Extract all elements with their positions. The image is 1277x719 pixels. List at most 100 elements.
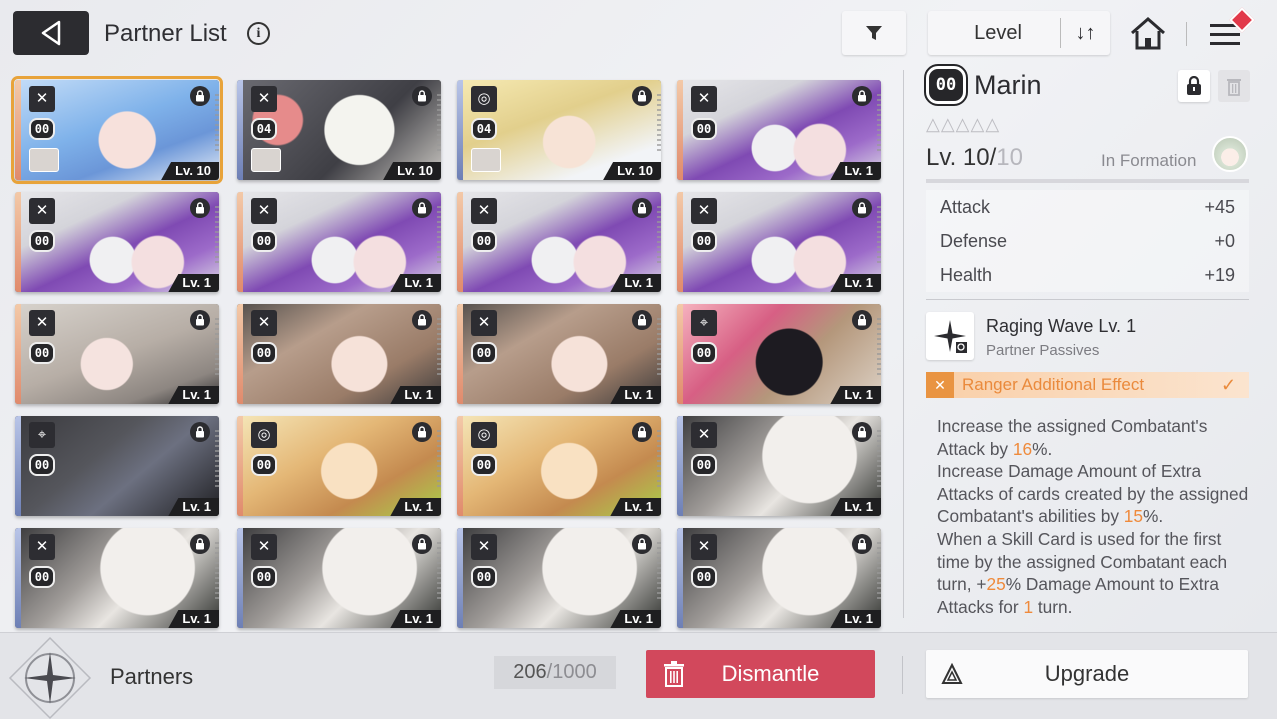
lock-icon[interactable]: [190, 534, 210, 554]
partner-card[interactable]: ✕ 00 Lv. 1: [15, 528, 219, 628]
info-icon[interactable]: i: [247, 22, 270, 45]
partner-card[interactable]: ✕ 00 Lv. 1: [15, 192, 219, 292]
role-icon: ✕: [471, 310, 497, 336]
desc-text: Increase the assigned Combatant's Attack…: [937, 416, 1208, 459]
partner-card[interactable]: ✕ 04 Lv. 10: [237, 80, 441, 180]
grade-badge: 00: [251, 342, 277, 364]
effect-label: Ranger Additional Effect: [962, 375, 1145, 394]
lock-icon[interactable]: [632, 310, 652, 330]
desc-text: turn.: [1033, 596, 1073, 617]
partner-card[interactable]: ✕ 00 Lv. 1: [677, 80, 881, 180]
desc-text: %.: [1032, 438, 1053, 459]
card-edge-decoration: [657, 542, 661, 602]
formation-avatar[interactable]: [1212, 136, 1248, 172]
lock-icon[interactable]: [852, 534, 872, 554]
lock-icon[interactable]: [412, 422, 432, 442]
level-display: Lv. 10/10: [926, 144, 1023, 172]
sort-dropdown[interactable]: Level ↓↑: [928, 11, 1110, 55]
rarity-stripe: [457, 192, 463, 292]
lock-icon[interactable]: [412, 198, 432, 218]
partner-card[interactable]: ✕ 00 Lv. 1: [237, 192, 441, 292]
partner-card[interactable]: ✕ 00 Lv. 1: [457, 528, 661, 628]
partner-card[interactable]: ✕ 00 Lv. 1: [457, 304, 661, 404]
role-icon: ✕: [29, 310, 55, 336]
partner-card[interactable]: ✕ 00 Lv. 1: [237, 304, 441, 404]
delete-button[interactable]: [1218, 70, 1250, 102]
grade-badge: 00: [691, 118, 717, 140]
level-current: Lv. 10/: [926, 144, 997, 171]
role-icon: ✕: [691, 422, 717, 448]
grade-badge: 00: [691, 342, 717, 364]
partner-card[interactable]: ◎ 04 Lv. 10: [457, 80, 661, 180]
stat-label: Defense: [940, 230, 1008, 251]
grade-badge: 00: [251, 454, 277, 476]
skill-icon[interactable]: [926, 312, 974, 360]
role-icon: ✕: [251, 198, 277, 224]
lock-icon[interactable]: [412, 310, 432, 330]
lock-icon[interactable]: [190, 422, 210, 442]
ranger-icon: ✕: [926, 372, 954, 398]
check-icon: ✓: [1221, 374, 1237, 395]
partner-card[interactable]: ⌖ 00 Lv. 1: [15, 416, 219, 516]
role-icon: ⌖: [29, 422, 55, 448]
partner-card[interactable]: ◎ 00 Lv. 1: [457, 416, 661, 516]
home-icon: [1131, 17, 1165, 50]
partner-card[interactable]: ◎ 00 Lv. 1: [237, 416, 441, 516]
lock-icon[interactable]: [190, 310, 210, 330]
role-icon: ◎: [251, 422, 277, 448]
lock-icon[interactable]: [852, 422, 872, 442]
stat-row-health: Health +19: [926, 258, 1249, 292]
level-tag: Lv. 10: [161, 162, 219, 180]
level-tag: Lv. 10: [383, 162, 441, 180]
dismantle-button[interactable]: Dismantle: [646, 650, 875, 698]
lock-button[interactable]: [1178, 70, 1210, 102]
partner-card[interactable]: ✕ 00 Lv. 10: [11, 76, 223, 184]
rarity-stripe: [677, 192, 683, 292]
lock-icon[interactable]: [632, 534, 652, 554]
lock-icon[interactable]: [852, 86, 872, 106]
partner-card[interactable]: ✕ 00 Lv. 1: [677, 528, 881, 628]
equipped-combatant-avatar: [29, 148, 59, 172]
partner-card[interactable]: ✕ 00 Lv. 1: [677, 192, 881, 292]
grade-badge: 00: [471, 230, 497, 252]
equipped-combatant-avatar: [251, 148, 281, 172]
rarity-stripe: [677, 80, 683, 180]
upgrade-button[interactable]: Upgrade: [926, 650, 1248, 698]
rarity-stripe: [15, 192, 21, 292]
equipped-combatant-avatar: [471, 148, 501, 172]
sort-label: Level: [974, 21, 1022, 44]
partner-card[interactable]: ✕ 00 Lv. 1: [237, 528, 441, 628]
partner-card[interactable]: ⌖ 00 Lv. 1: [677, 304, 881, 404]
partner-card[interactable]: ✕ 00 Lv. 1: [677, 416, 881, 516]
lock-icon[interactable]: [190, 198, 210, 218]
grade-badge: 00: [29, 230, 55, 252]
level-max: 10: [996, 144, 1023, 171]
card-edge-decoration: [437, 430, 441, 490]
lock-icon[interactable]: [632, 422, 652, 442]
lock-icon[interactable]: [852, 198, 872, 218]
lock-icon[interactable]: [412, 534, 432, 554]
page-title: Partner List: [104, 20, 227, 47]
filter-button[interactable]: [842, 11, 906, 55]
desc-text: %.: [1143, 506, 1164, 527]
role-icon: ✕: [251, 534, 277, 560]
back-button[interactable]: [13, 11, 89, 55]
sort-order-icon[interactable]: ↓↑: [1060, 18, 1110, 48]
grade-badge: 00: [29, 118, 55, 140]
lock-icon[interactable]: [852, 310, 872, 330]
skill-description[interactable]: Increase the assigned Combatant's Attack…: [937, 415, 1249, 629]
lock-icon[interactable]: [632, 86, 652, 106]
rarity-stripe: [237, 416, 243, 516]
role-icon: ✕: [29, 86, 55, 112]
role-icon: ✕: [471, 198, 497, 224]
lock-icon[interactable]: [632, 198, 652, 218]
home-button[interactable]: [1128, 14, 1168, 54]
grade-badge: 00: [471, 454, 497, 476]
stat-value: +45: [1204, 196, 1235, 217]
grade-badge: 04: [471, 118, 497, 140]
lock-icon[interactable]: [412, 86, 432, 106]
lock-icon[interactable]: [190, 86, 210, 106]
role-icon: ✕: [691, 534, 717, 560]
partner-card[interactable]: ✕ 00 Lv. 1: [457, 192, 661, 292]
partner-card[interactable]: ✕ 00 Lv. 1: [15, 304, 219, 404]
